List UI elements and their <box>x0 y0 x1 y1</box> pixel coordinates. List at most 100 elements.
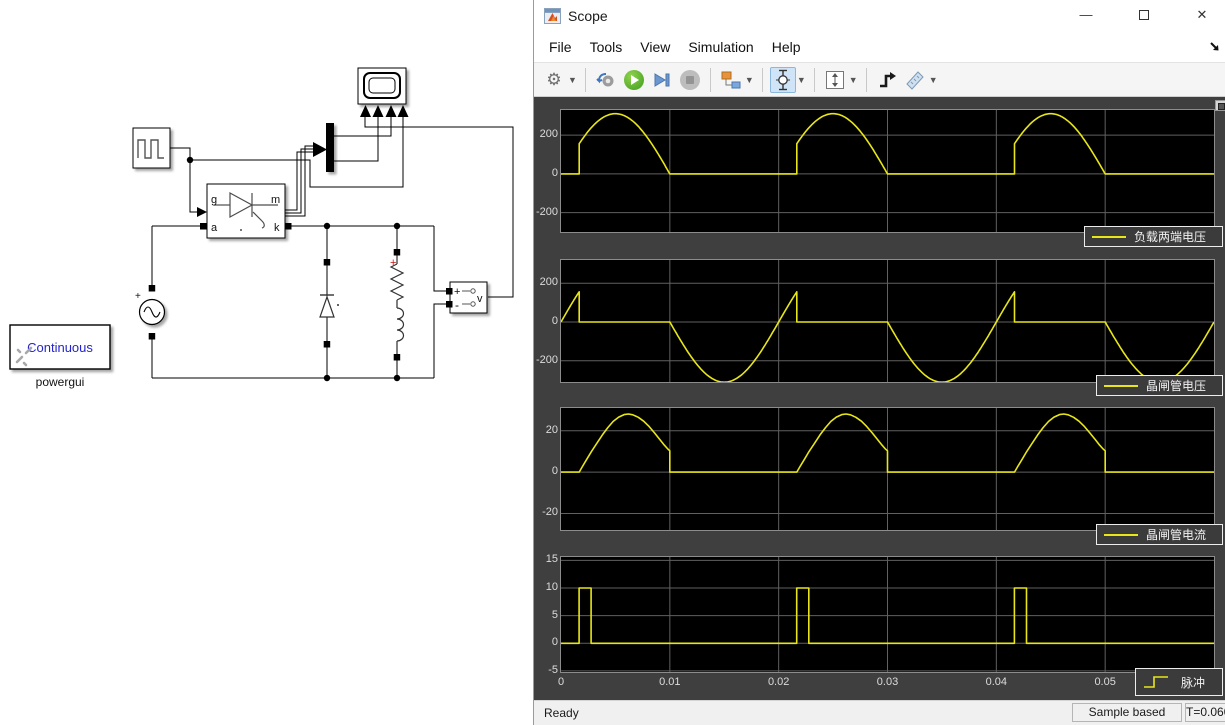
simulink-model-canvas[interactable]: g a m k + + + - v Continuous powergui <box>0 0 533 725</box>
y-tick-label: 20 <box>545 423 558 436</box>
scope-input-ports <box>360 105 409 117</box>
close-button[interactable]: ✕ <box>1188 0 1216 30</box>
port-label-g: g <box>211 194 217 206</box>
layout-dropdown-caret[interactable]: ▼ <box>745 75 754 85</box>
scope-block[interactable] <box>357 67 409 117</box>
legend-line-sample <box>1104 384 1138 387</box>
toolbar-overflow-arrow-icon[interactable] <box>1209 41 1220 52</box>
ac-voltage-source-block[interactable]: + <box>135 291 166 326</box>
signal-layout-button[interactable] <box>718 67 744 93</box>
subplot-4-axes[interactable] <box>560 556 1215 673</box>
simulink-snapshot-icon <box>596 72 614 86</box>
legend-subplot-1[interactable]: 负载两端电压 <box>1084 226 1223 247</box>
powergui-block[interactable]: Continuous powergui <box>9 324 111 389</box>
legend-line-sample <box>1104 533 1138 536</box>
menu-view[interactable]: View <box>631 35 679 59</box>
step-forward-icon <box>654 72 670 87</box>
minimize-button[interactable]: — <box>1072 0 1100 30</box>
settings-dropdown-caret[interactable]: ▼ <box>568 75 577 85</box>
signal-layout-icon <box>721 71 741 88</box>
status-sim-time: T=0.060 <box>1185 703 1225 722</box>
inductor-icon <box>396 307 405 342</box>
y-tick-label: 0 <box>551 166 558 179</box>
y-tick-label: 0 <box>551 636 558 649</box>
window-title: Scope <box>568 8 608 24</box>
scope-plot-canvas[interactable]: 200 0 -200 负载两端电压 200 0 -200 晶闸管电压 20 0 -20 晶闸管电流 15… <box>534 97 1225 700</box>
thyristor-block[interactable]: g a m k <box>197 183 286 239</box>
legend-subplot-3[interactable]: 晶闸管电流 <box>1096 524 1223 545</box>
y-tick-label: -5 <box>548 663 558 676</box>
span-axes-button[interactable] <box>822 67 848 93</box>
voltmeter-minus-label: - <box>455 298 459 312</box>
run-icon <box>623 69 644 90</box>
settings-gear-button[interactable]: ⚙ <box>541 67 567 93</box>
rl-branch-block[interactable]: + <box>389 257 405 342</box>
voltmeter-plus-label: + <box>454 286 460 298</box>
legend-subplot-2[interactable]: 晶闸管电压 <box>1096 375 1223 396</box>
trigger-button[interactable] <box>874 67 900 93</box>
powergui-mode-label: Continuous <box>27 340 93 355</box>
legend-label: 脉冲 <box>1181 675 1206 690</box>
menu-tools[interactable]: Tools <box>581 35 632 59</box>
demux-block[interactable] <box>313 123 334 172</box>
menu-bar: File Tools View Simulation Help <box>534 32 1225 62</box>
subplot-3-axes[interactable] <box>560 407 1215 531</box>
x-tick-label: 0.05 <box>1094 676 1116 688</box>
measurements-ruler-button[interactable] <box>902 67 928 93</box>
y-tick-label: 0 <box>551 314 558 327</box>
cursor-dropdown-caret[interactable]: ▼ <box>797 75 806 85</box>
ruler-dropdown-caret[interactable]: ▼ <box>929 75 938 85</box>
status-sample-mode: Sample based <box>1072 703 1182 722</box>
subplot-1-axes[interactable] <box>560 109 1215 233</box>
span-dropdown-caret[interactable]: ▼ <box>849 75 858 85</box>
status-text: Ready <box>544 706 579 720</box>
x-tick-label: 0.04 <box>985 676 1008 688</box>
legend-label: 负载两端电压 <box>1134 230 1207 244</box>
screen: g a m k + + + - v Continuous powergui Sc… <box>0 0 1225 725</box>
pulse-generator-block[interactable] <box>132 127 171 169</box>
diode-block[interactable] <box>319 294 339 318</box>
menu-help[interactable]: Help <box>763 35 810 59</box>
subplot-2-axes[interactable] <box>560 259 1215 383</box>
status-bar: Ready Sample based T=0.060 <box>534 700 1225 725</box>
electrical-ports <box>148 223 453 361</box>
y-tick-label: 15 <box>545 553 558 566</box>
step-forward-button[interactable] <box>649 67 675 93</box>
demux-input-arrow <box>313 142 327 157</box>
menu-simulation[interactable]: Simulation <box>679 35 762 59</box>
y-tick-label: -200 <box>535 205 558 218</box>
trigger-icon <box>879 71 896 87</box>
cursor-measure-icon <box>775 69 790 90</box>
maximize-button[interactable] <box>1130 0 1158 30</box>
scope-window: Scope — ✕ File Tools View Simulation Hel… <box>533 0 1225 725</box>
y-tick-label: 5 <box>551 608 558 621</box>
x-tick-label: 0 <box>557 676 565 688</box>
stop-icon <box>679 69 700 90</box>
port-label-k: k <box>274 222 280 234</box>
gate-input-arrow <box>197 207 207 217</box>
y-tick-label: 0 <box>551 465 558 478</box>
stop-button[interactable] <box>677 67 703 93</box>
voltage-measurement-block[interactable]: + - v <box>449 281 488 314</box>
y-tick-label: 200 <box>539 128 558 141</box>
port-label-a: a <box>211 222 218 234</box>
y-tick-label: 200 <box>539 276 558 289</box>
legend-label: 晶闸管电压 <box>1146 379 1207 393</box>
x-tick-label: 0.02 <box>767 676 790 688</box>
title-bar[interactable]: Scope — ✕ <box>534 0 1225 32</box>
measurement-bus-wire[interactable] <box>285 145 313 217</box>
legend-step-sample <box>1144 676 1168 688</box>
simulink-snapshot-button[interactable] <box>593 67 619 93</box>
resistor-icon <box>389 263 405 301</box>
port-label-m: m <box>271 194 280 206</box>
legend-subplot-4[interactable]: 脉冲 <box>1135 668 1223 696</box>
scope-app-icon <box>544 8 561 24</box>
source-polarity-plus: + <box>135 291 141 302</box>
run-button[interactable] <box>621 67 647 93</box>
cursor-measure-button[interactable] <box>769 66 796 93</box>
y-tick-label: -200 <box>535 353 558 366</box>
y-tick-label: 10 <box>545 580 558 593</box>
voltmeter-out-label: v <box>477 293 483 305</box>
expand-axes-icon[interactable] <box>1215 100 1225 111</box>
menu-file[interactable]: File <box>540 35 581 59</box>
